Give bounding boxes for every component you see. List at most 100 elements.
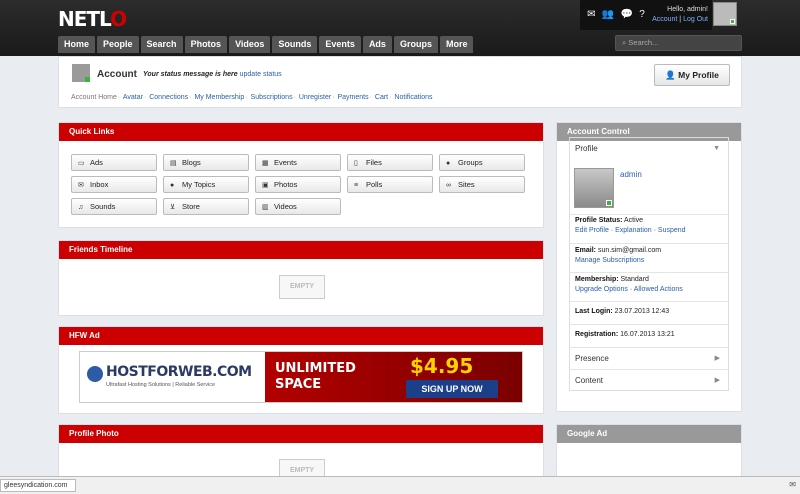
profile-username-link[interactable]: admin [620,170,642,179]
update-status-link[interactable]: update status [240,71,282,78]
registration-value: 16.07.2013 13:21 [620,331,675,338]
registration-label: Registration: [575,331,619,338]
nav-photos[interactable]: Photos [184,36,228,53]
profile-photo-title: Profile Photo [59,425,543,443]
quick-link-events[interactable]: ▦ Events [255,154,341,171]
suspend-link[interactable]: Suspend [658,227,686,234]
help-icon[interactable]: ? [639,10,645,20]
envelope-icon: ✉ [78,182,84,189]
profile-avatar[interactable] [574,168,614,208]
account-home-link[interactable]: Account Home [71,94,117,101]
quick-link-blogs[interactable]: ▤ Blogs [163,154,249,171]
friends-icon[interactable]: 👥 [602,10,614,20]
mail-icon[interactable]: ✉ [587,10,595,20]
hfw-brand: HOSTFORWEB.COM [106,364,252,380]
chevron-down-icon: ▼ [713,145,720,152]
quick-link-label: Sounds [90,202,116,211]
quick-link-videos[interactable]: ▥ Videos [255,198,341,215]
greeting-box: Hello, admin! Account | Log Out [652,0,712,30]
picture-icon: ▣ [262,182,269,189]
quick-link-label: My Topics [182,180,216,189]
quick-link-label: Groups [458,158,483,167]
nav-people[interactable]: People [97,36,139,53]
nav-ads[interactable]: Ads [362,36,392,53]
site-logo[interactable]: NETLO [58,7,127,31]
search-input[interactable]: ⌕ Search... [615,35,742,51]
edit-profile-link[interactable]: Edit Profile [575,227,609,234]
greeting-text: Hello, admin! [667,6,708,13]
content-label: Content [575,376,604,385]
upgrade-options-link[interactable]: Upgrade Options [575,286,628,293]
registration-row: Registration: 16.07.2013 13:21 [570,324,728,346]
content-section-header[interactable]: Content ▶ [570,369,728,391]
nav-home[interactable]: Home [58,36,96,53]
chat-icon[interactable]: 💬 [621,10,633,20]
hfw-ad-title: HFW Ad [59,327,543,345]
nav-sounds[interactable]: Sounds [272,36,318,53]
quick-link-label: Sites [458,180,475,189]
online-indicator [606,200,612,206]
manage-subscriptions-link[interactable]: Manage Subscriptions [575,257,644,264]
hfw-tagline: Ultrafast Hosting Solutions | Reliable S… [106,382,216,388]
online-indicator [730,19,735,24]
quick-link-groups[interactable]: ● Groups [439,154,525,171]
quick-link-store[interactable]: ⊻ Store [163,198,249,215]
ad-headline: UNLIMITED SPACE [275,361,356,393]
explanation-link[interactable]: Explanation [615,227,652,234]
book-icon: ▤ [170,160,177,167]
list-icon: ≡ [354,182,359,189]
quick-link-sites[interactable]: ∞ Sites [439,176,525,193]
avatar-link[interactable]: Avatar [123,94,143,101]
nav-search[interactable]: Search [140,36,183,53]
ad-signup-button[interactable]: SIGN UP NOW [406,380,498,398]
hfw-banner[interactable]: HOSTFORWEB.COM Ultrafast Hosting Solutio… [79,351,523,403]
search-placeholder: Search... [628,38,659,47]
nav-more[interactable]: More [439,36,474,53]
nav-videos[interactable]: Videos [229,36,271,53]
my-profile-button[interactable]: 👤 My Profile [654,64,730,86]
cart-link[interactable]: Cart [375,94,388,101]
quick-link-files[interactable]: ▯ Files [347,154,433,171]
email-row: Email: sun.sim@gmail.com Manage Subscrip… [570,243,728,265]
quick-link-sounds[interactable]: ♫ Sounds [71,198,157,215]
membership-row: Membership: Standard Upgrade Options · A… [570,272,728,294]
nav-events[interactable]: Events [319,36,361,53]
quick-link-label: Ads [90,158,103,167]
link-icon: ∞ [446,182,451,189]
profile-section-header[interactable]: Profile ▼ [570,138,728,160]
nav-groups[interactable]: Groups [393,36,438,53]
quick-link-label: Polls [366,180,383,189]
quick-link-inbox[interactable]: ✉ Inbox [71,176,157,193]
account-submenu: Account Home· Avatar· Connections· My Me… [71,94,433,101]
header-avatar[interactable] [713,2,737,26]
payments-link[interactable]: Payments [337,94,368,101]
my-membership-link[interactable]: My Membership [194,94,244,101]
user-icon: 👤 [665,70,676,80]
quick-links-panel: Quick Links ▭ Ads ▤ Blogs ▦ Events ▯ Files ●… [58,122,544,228]
mail-icon[interactable]: ✉ [789,480,796,489]
account-control-panel: Account Control Profile ▼ admin Profile S… [556,122,742,412]
empty-placeholder: EMPTY [279,275,325,299]
connections-link[interactable]: Connections [149,94,188,101]
last-login-value: 23.07.2013 12:43 [614,308,670,315]
logout-link[interactable]: Log Out [683,16,708,23]
membership-value: Standard [620,276,649,283]
presence-section-header[interactable]: Presence ▶ [570,347,728,369]
quick-link-my-topics[interactable]: ● My Topics [163,176,249,193]
quick-link-ads[interactable]: ▭ Ads [71,154,157,171]
account-link[interactable]: Account [652,16,677,23]
hfw-ad-panel: HFW Ad HOSTFORWEB.COM Ultrafast Hosting … [58,326,544,414]
account-avatar[interactable] [72,64,90,82]
allowed-actions-link[interactable]: Allowed Actions [634,286,683,293]
subscriptions-link[interactable]: Subscriptions [251,94,293,101]
account-title: Account [97,69,137,80]
quick-link-photos[interactable]: ▣ Photos [255,176,341,193]
quick-link-polls[interactable]: ≡ Polls [347,176,433,193]
cart-icon: ⊻ [170,204,176,211]
quick-link-label: Events [274,158,297,167]
presence-label: Presence [575,354,609,363]
quick-link-label: Blogs [182,158,201,167]
unregister-link[interactable]: Unregister [299,94,331,101]
notifications-link[interactable]: Notifications [394,94,432,101]
main-nav: Home People Search Photos Videos Sounds … [58,36,474,53]
